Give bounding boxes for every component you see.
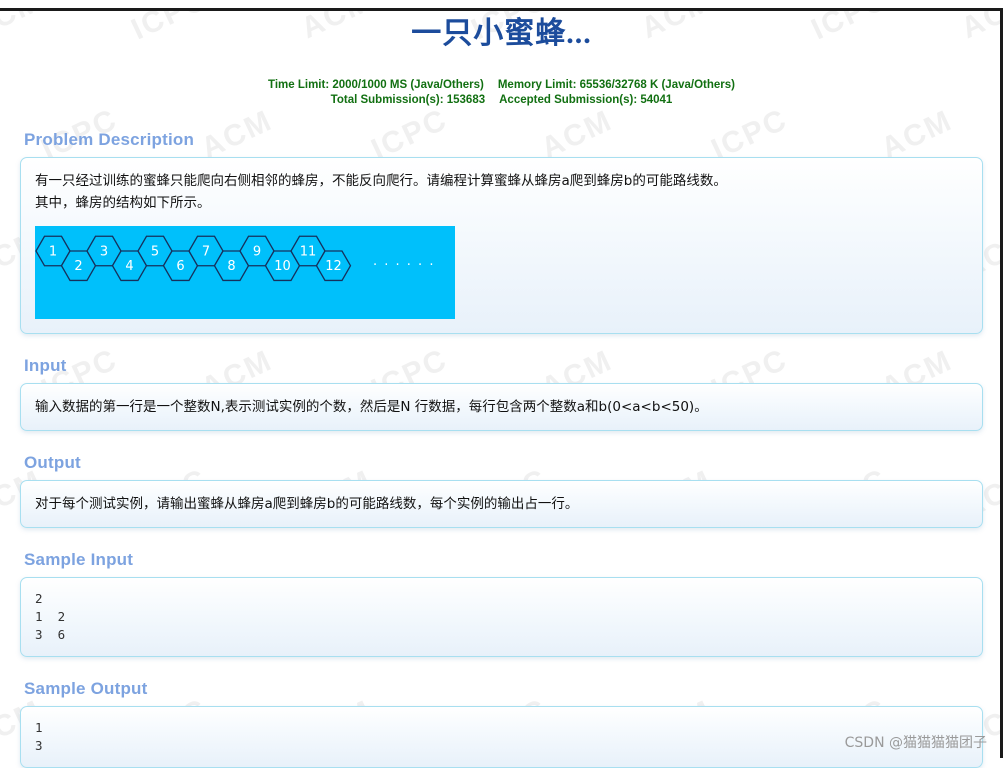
page-title: 一只小蜜蜂... — [411, 17, 592, 50]
honeycomb-cell-label: 12 — [325, 259, 342, 274]
heading-problem-description: Problem Description — [24, 130, 195, 149]
panel-output: 对于每个测试实例，请输出蜜蜂从蜂房a爬到蜂房b的可能路线数，每个实例的输出占一行… — [20, 480, 983, 528]
sample-input-text: 2 1 2 3 6 — [35, 591, 66, 642]
csdn-watermark: CSDN @猫猫猫猫团子 — [844, 735, 987, 751]
panel-input: 输入数据的第一行是一个整数N,表示测试实例的个数，然后是N 行数据，每行包含两个… — [20, 383, 983, 431]
problem-description-line-1: 有一只经过训练的蜜蜂只能爬向右侧相邻的蜂房，不能反向爬行。请编程计算蜜蜂从蜂房a… — [35, 173, 727, 189]
heading-sample-input: Sample Input — [24, 550, 134, 569]
accepted-submissions-text: Accepted Submission(s): 54041 — [499, 94, 673, 106]
section-sample-input: Sample Input 2 1 2 3 6 — [20, 550, 983, 657]
output-text: 对于每个测试实例，请输出蜜蜂从蜂房a爬到蜂房b的可能路线数，每个实例的输出占一行… — [35, 496, 579, 512]
honeycomb-figure: 1 2 3 4 5 6 7 8 9 10 11 12. . . . . . — [35, 226, 455, 319]
section-problem-description: Problem Description 有一只经过训练的蜜蜂只能爬向右侧相邻的蜂… — [20, 130, 983, 334]
honeycomb-cell-label: 11 — [300, 245, 317, 260]
memory-limit-text: Memory Limit: 65536/32768 K (Java/Others… — [497, 79, 735, 91]
section-output: Output 对于每个测试实例，请输出蜜蜂从蜂房a爬到蜂房b的可能路线数，每个实… — [20, 453, 983, 528]
input-text: 输入数据的第一行是一个整数N,表示测试实例的个数，然后是N 行数据，每行包含两个… — [35, 399, 708, 415]
heading-input: Input — [24, 356, 67, 375]
honeycomb-cell-label: 2 — [74, 259, 82, 274]
stats-line-limits: Time Limit: 2000/1000 MS (Java/Others) Me… — [0, 78, 1003, 93]
problem-description-line-2: 其中，蜂房的结构如下所示。 — [35, 195, 211, 211]
panel-problem-description: 有一只经过训练的蜜蜂只能爬向右侧相邻的蜂房，不能反向爬行。请编程计算蜜蜂从蜂房a… — [20, 157, 983, 334]
honeycomb-cell-label: 6 — [176, 259, 184, 274]
top-border-rule — [0, 8, 1003, 11]
stats-line-submissions: Total Submission(s): 153683 Accepted Subm… — [0, 93, 1003, 108]
honeycomb-cell-label: 10 — [274, 259, 291, 274]
panel-sample-output: 1 3 — [20, 706, 983, 768]
panel-sample-input: 2 1 2 3 6 — [20, 577, 983, 657]
heading-sample-output: Sample Output — [24, 679, 148, 698]
problem-stats: Time Limit: 2000/1000 MS (Java/Others) Me… — [0, 78, 1003, 108]
problem-page: 一只小蜜蜂... Time Limit: 2000/1000 MS (Java/… — [0, 8, 1003, 768]
honeycomb-cell-label: 1 — [49, 245, 57, 260]
section-sample-output: Sample Output 1 3 — [20, 679, 983, 768]
honeycomb-cell-label: 7 — [202, 245, 210, 260]
time-limit-text: Time Limit: 2000/1000 MS (Java/Others) — [268, 79, 484, 91]
honeycomb-cell-label: 5 — [151, 245, 159, 260]
total-submissions-text: Total Submission(s): 153683 — [330, 94, 486, 106]
honeycomb-cell-label: 8 — [227, 259, 235, 274]
honeycomb-cell-label: 3 — [100, 245, 108, 260]
heading-output: Output — [24, 453, 81, 472]
honeycomb-diagram: 123456789101112. . . . . . — [35, 235, 435, 282]
honeycomb-ellipsis: . . . . . . — [373, 254, 435, 269]
honeycomb-cell-label: 9 — [253, 245, 261, 260]
honeycomb-cell-label: 4 — [125, 259, 133, 274]
section-input: Input 输入数据的第一行是一个整数N,表示测试实例的个数，然后是N 行数据，… — [20, 356, 983, 431]
